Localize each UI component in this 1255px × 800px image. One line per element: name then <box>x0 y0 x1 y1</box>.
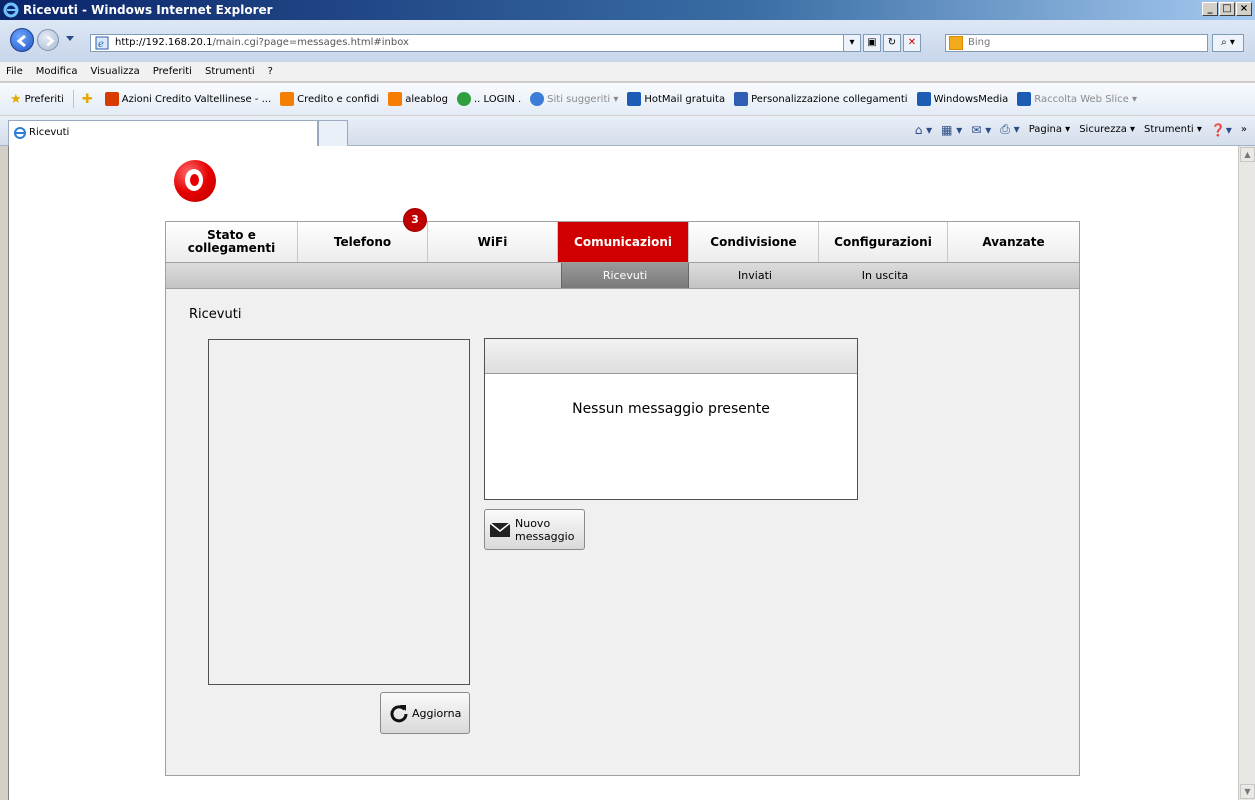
subnav-in-uscita[interactable]: In uscita <box>821 263 949 288</box>
stop-icon[interactable]: ✕ <box>903 34 921 52</box>
favorite-link[interactable]: Raccolta Web Slice ▾ <box>1017 92 1137 106</box>
favorite-link[interactable]: Personalizzazione collegamenti <box>734 92 908 106</box>
favorites-bar: ★ Preferiti ✚ Azioni Credito Valtellinese… <box>0 83 1255 115</box>
menu-help[interactable]: ? <box>268 66 273 77</box>
menu-modifica[interactable]: Modifica <box>36 66 78 77</box>
tab-ricevuti[interactable]: Ricevuti <box>8 120 318 146</box>
compatibility-view-icon[interactable]: ▣ <box>863 34 881 52</box>
favorite-link[interactable]: Azioni Credito Valtellinese - ... <box>104 92 271 106</box>
message-preview-header <box>485 339 857 374</box>
favorite-link[interactable]: aleablog <box>388 92 448 106</box>
search-input[interactable]: Bing <box>945 34 1208 52</box>
internet-explorer-icon <box>3 2 19 18</box>
window-title-bar: Ricevuti - Windows Internet Explorer _ □… <box>0 0 1255 20</box>
scroll-up-icon[interactable]: ▲ <box>1240 147 1255 162</box>
subnav-ricevuti[interactable]: Ricevuti <box>561 263 689 288</box>
favorite-link[interactable]: WindowsMedia <box>916 92 1008 106</box>
feeds-icon[interactable]: ▦ ▾ <box>941 123 962 137</box>
page-title: Ricevuti <box>189 307 242 322</box>
ie-page-icon <box>1017 92 1032 106</box>
menu-visualizza[interactable]: Visualizza <box>91 66 140 77</box>
menu-strumenti-cmd[interactable]: Strumenti ▾ <box>1144 124 1202 135</box>
address-dropdown-button[interactable]: ▾ <box>843 34 861 52</box>
favorite-link[interactable]: Siti suggeriti ▾ <box>530 92 618 106</box>
nav-telefono[interactable]: Telefono 3 <box>298 208 428 262</box>
ie-page-icon <box>14 127 26 139</box>
favorites-button[interactable]: ★ Preferiti <box>10 92 64 107</box>
search-icon[interactable]: ⌕ ▾ <box>1212 34 1244 52</box>
home-icon[interactable]: ⌂ ▾ <box>915 123 932 137</box>
vertical-scrollbar[interactable]: ▲ ▼ <box>1238 146 1255 800</box>
message-list[interactable] <box>208 339 470 685</box>
tab-bar: Ricevuti ⌂ ▾ ▦ ▾ ✉ ▾ ⎙ ▾ Pagina ▾ Sicure… <box>0 116 1255 146</box>
nav-avanzate[interactable]: Avanzate <box>948 222 1079 262</box>
add-favorite-icon[interactable]: ✚ <box>82 92 96 107</box>
login-icon <box>457 92 471 106</box>
nav-condivisione[interactable]: Condivisione <box>689 222 819 262</box>
recent-pages-dropdown[interactable] <box>66 36 74 41</box>
favorite-link[interactable]: HotMail gratuita <box>627 92 725 106</box>
msn-icon <box>734 92 749 106</box>
star-icon: ★ <box>10 91 22 107</box>
news-icon <box>104 92 119 106</box>
arrow-left-icon <box>16 34 26 48</box>
help-icon[interactable]: ❓▾ <box>1211 123 1232 137</box>
refresh-button[interactable]: Aggiorna <box>380 692 470 734</box>
empty-message: Nessun messaggio presente <box>572 401 770 417</box>
scroll-down-icon[interactable]: ▼ <box>1240 784 1255 799</box>
chevron-right-icon[interactable]: » <box>1241 124 1247 135</box>
address-toolbar: e http://192.168.20.1/main.cgi?page=mess… <box>0 20 1255 62</box>
mail-icon[interactable]: ✉ ▾ <box>971 123 991 137</box>
menu-sicurezza[interactable]: Sicurezza ▾ <box>1079 124 1135 135</box>
nav-stato-collegamenti[interactable]: Stato e collegamenti <box>166 222 298 262</box>
svg-text:e: e <box>98 39 104 50</box>
sub-nav: Ricevuti Inviati In uscita <box>165 263 1080 289</box>
window-title: Ricevuti - Windows Internet Explorer <box>23 3 273 17</box>
page-icon: e <box>95 36 109 50</box>
maximize-button[interactable]: □ <box>1219 2 1235 16</box>
back-button[interactable] <box>10 28 34 52</box>
nav-comunicazioni[interactable]: Comunicazioni <box>558 222 689 262</box>
blogger-icon <box>388 92 403 106</box>
main-nav: Stato e collegamenti Telefono 3 WiFi Com… <box>165 208 1080 263</box>
close-button[interactable]: × <box>1236 2 1252 16</box>
forward-button[interactable] <box>37 29 59 51</box>
subnav-inviati[interactable]: Inviati <box>691 263 819 288</box>
minimize-button[interactable]: _ <box>1202 2 1218 16</box>
refresh-icon <box>390 705 408 723</box>
nav-configurazioni[interactable]: Configurazioni <box>819 222 948 262</box>
bing-icon <box>949 36 963 50</box>
ie-page-icon <box>916 92 931 106</box>
vodafone-logo <box>174 160 216 202</box>
menu-bar: File Modifica Visualizza Preferiti Strum… <box>0 62 1255 82</box>
menu-pagina[interactable]: Pagina ▾ <box>1029 124 1071 135</box>
blogger-icon <box>280 92 295 106</box>
print-icon[interactable]: ⎙ ▾ <box>1000 122 1019 137</box>
new-tab-button[interactable] <box>318 120 348 146</box>
menu-file[interactable]: File <box>6 66 23 77</box>
favorite-link[interactable]: .. LOGIN . <box>457 92 521 106</box>
favorite-link[interactable]: Credito e confidi <box>280 92 379 106</box>
suggested-sites-icon <box>530 92 545 106</box>
menu-preferiti[interactable]: Preferiti <box>153 66 192 77</box>
refresh-page-icon[interactable]: ↻ <box>883 34 901 52</box>
ie-page-icon <box>627 92 642 106</box>
envelope-icon <box>489 521 511 537</box>
message-preview: Nessun messaggio presente <box>484 338 858 500</box>
menu-strumenti[interactable]: Strumenti <box>205 66 255 77</box>
address-input[interactable]: e http://192.168.20.1/main.cgi?page=mess… <box>90 34 860 52</box>
new-message-button[interactable]: Nuovo messaggio <box>484 509 585 550</box>
divider <box>72 90 74 108</box>
arrow-right-icon <box>46 35 55 47</box>
notification-badge: 3 <box>403 208 427 232</box>
nav-wifi[interactable]: WiFi <box>428 222 558 262</box>
